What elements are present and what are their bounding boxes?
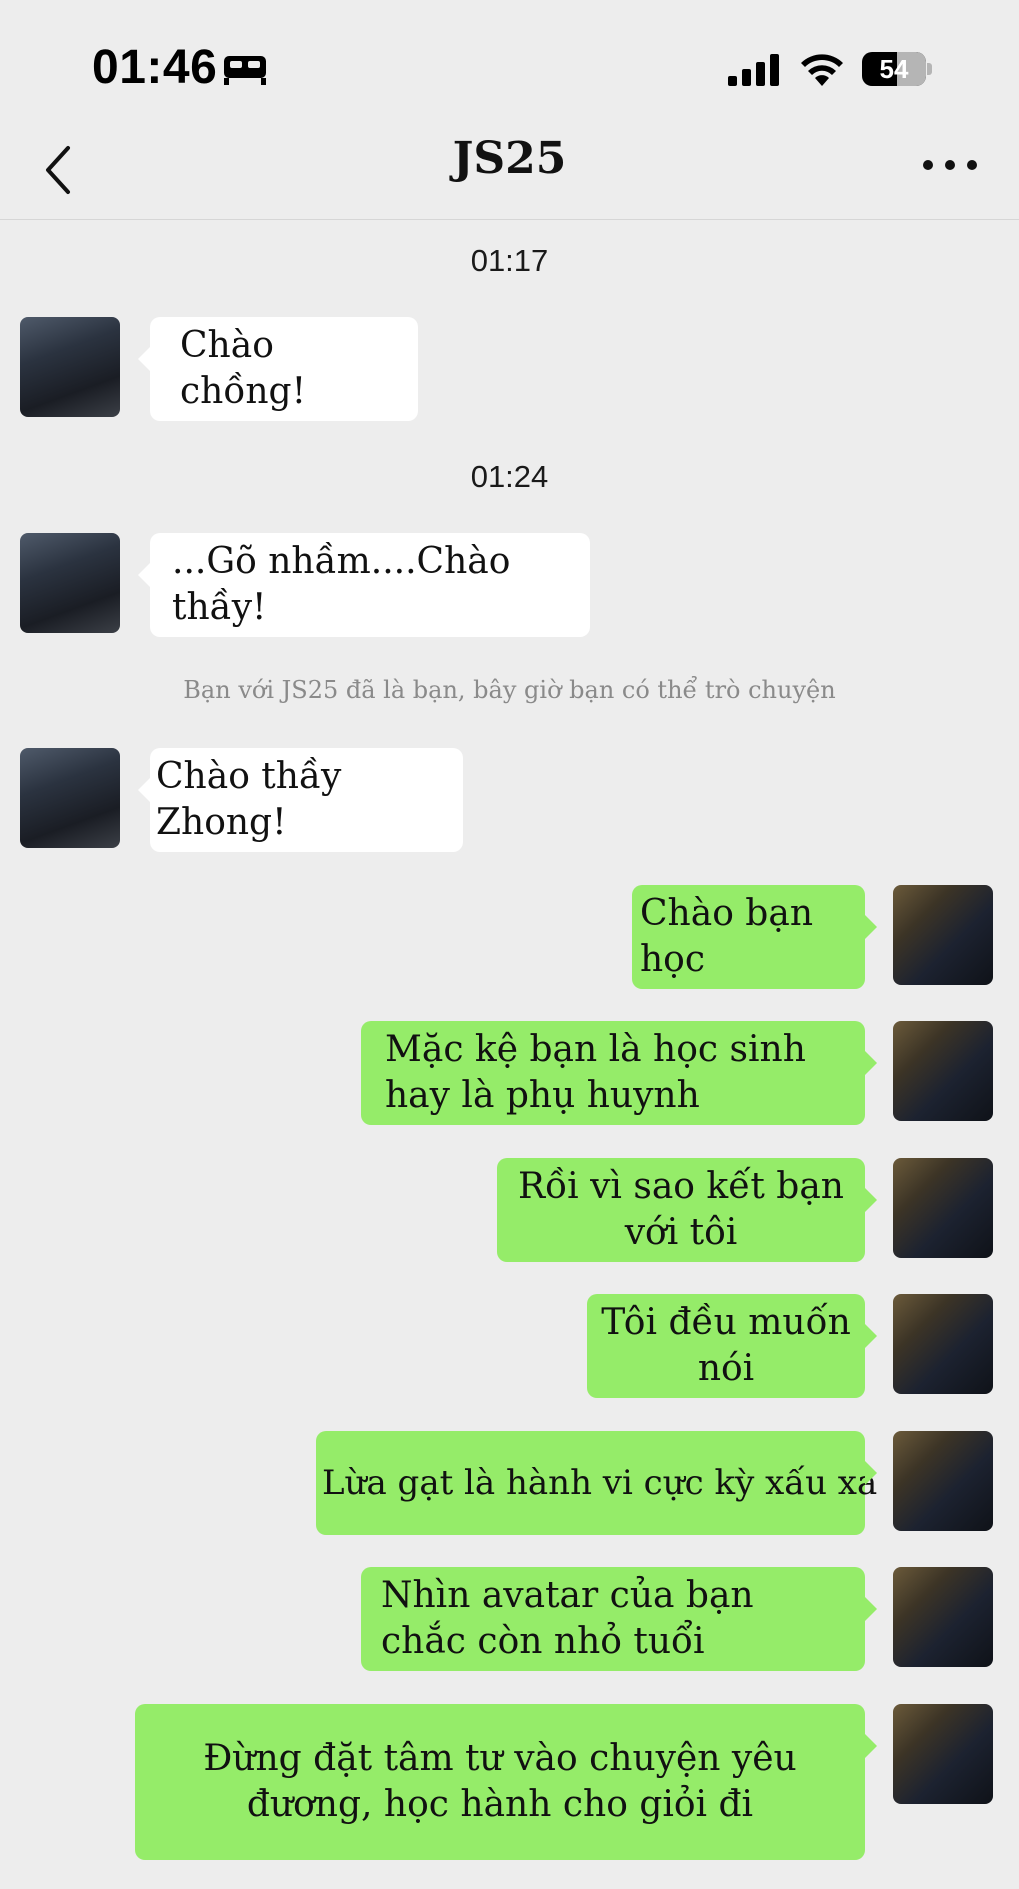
my-avatar[interactable]: [893, 1567, 993, 1667]
message-text: ...Gõ nhầm....Chào thầy!: [172, 541, 511, 628]
chat-title: JS25: [452, 133, 567, 184]
message-text: Nhìn avatar của bạn chắc còn nhỏ tuổi: [381, 1575, 754, 1662]
battery-percentage: 54: [879, 54, 909, 84]
message-text: Chào bạn học: [640, 893, 814, 980]
status-bar: 01:46 54: [0, 0, 1019, 130]
message-text: Đừng đặt tâm tư vào chuyện yêu đương, họ…: [203, 1738, 797, 1825]
my-avatar[interactable]: [893, 1431, 993, 1531]
cellular-signal-icon: [728, 54, 779, 86]
outgoing-message-bubble[interactable]: Lừa gạt là hành vi cực kỳ xấu xa: [316, 1431, 878, 1535]
message-text: Tôi đều muốn nói: [601, 1302, 851, 1389]
sleep-bed-icon: [224, 56, 266, 85]
chat-header: JS25: [0, 130, 1019, 220]
incoming-message-bubble[interactable]: Chào thầy Zhong!: [138, 748, 463, 852]
contact-avatar[interactable]: [20, 748, 120, 848]
wifi-icon: [801, 54, 843, 86]
incoming-message-bubble[interactable]: Chào chồng!: [138, 317, 418, 421]
message-text: Lừa gạt là hành vi cực kỳ xấu xa: [322, 1463, 878, 1503]
contact-avatar[interactable]: [20, 533, 120, 633]
more-dots-icon[interactable]: [922, 150, 978, 180]
contact-avatar[interactable]: [20, 317, 120, 417]
message-text: Chào chồng!: [180, 325, 307, 412]
my-avatar[interactable]: [893, 1294, 993, 1394]
message-text: Chào thầy Zhong!: [156, 756, 342, 843]
message-timestamp: 01:24: [470, 459, 549, 494]
my-avatar[interactable]: [893, 1158, 993, 1258]
friend-added-notice: Bạn với JS25 đã là bạn, bây giờ bạn có t…: [183, 676, 836, 704]
my-avatar[interactable]: [893, 885, 993, 985]
outgoing-message-bubble[interactable]: Nhìn avatar của bạn chắc còn nhỏ tuổi: [361, 1567, 877, 1671]
message-timestamp: 01:17: [470, 243, 549, 278]
my-avatar[interactable]: [893, 1021, 993, 1121]
outgoing-message-bubble[interactable]: Rồi vì sao kết bạn với tôi: [497, 1158, 877, 1262]
battery-icon: 54: [862, 52, 932, 86]
outgoing-message-bubble[interactable]: Tôi đều muốn nói: [587, 1294, 877, 1398]
message-text: Mặc kệ bạn là học sinh hay là phụ huynh: [385, 1029, 806, 1116]
status-time: 01:46: [92, 41, 218, 94]
battery-tip: [927, 63, 932, 75]
message-text: Rồi vì sao kết bạn với tôi: [517, 1166, 844, 1253]
outgoing-message-bubble[interactable]: Mặc kệ bạn là học sinh hay là phụ huynh: [361, 1021, 877, 1125]
incoming-message-bubble[interactable]: ...Gõ nhầm....Chào thầy!: [138, 533, 590, 637]
my-avatar[interactable]: [893, 1704, 993, 1804]
outgoing-message-bubble[interactable]: Chào bạn học: [632, 885, 877, 989]
outgoing-message-bubble[interactable]: Đừng đặt tâm tư vào chuyện yêu đương, họ…: [135, 1704, 877, 1860]
